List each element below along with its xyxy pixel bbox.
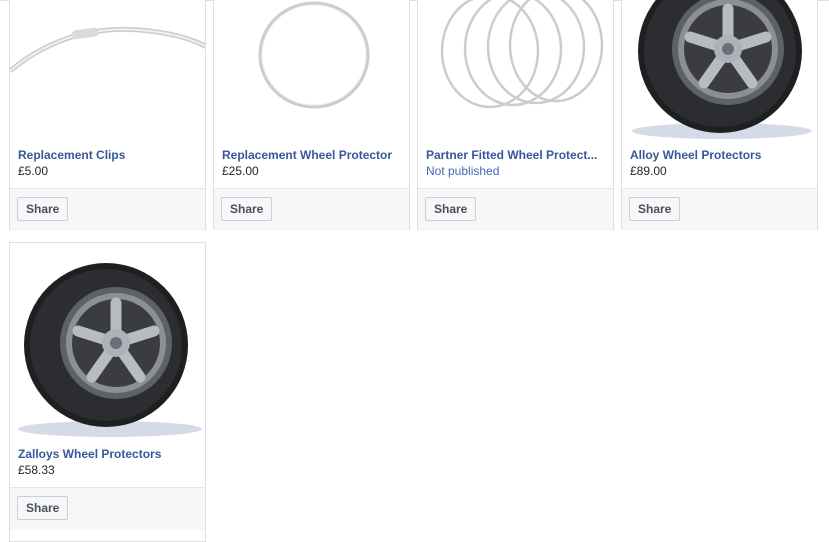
share-button[interactable]: Share xyxy=(629,197,681,221)
product-price: £89.00 xyxy=(630,164,667,178)
product-title[interactable]: Replacement Clips xyxy=(18,148,200,163)
product-title[interactable]: Replacement Wheel Protector xyxy=(222,148,404,163)
product-price: £5.00 xyxy=(18,164,49,178)
share-button[interactable]: Share xyxy=(425,197,477,221)
share-button[interactable]: Share xyxy=(17,496,69,520)
product-status: Not published xyxy=(426,164,500,178)
alloy-wheel-image xyxy=(18,263,202,437)
share-button[interactable]: Share xyxy=(221,197,273,221)
clip-ring-image xyxy=(10,26,205,73)
four-rings-image xyxy=(440,0,604,109)
product-card[interactable]: Partner Fitted Wheel Protect... Not publ… xyxy=(417,0,614,231)
product-card[interactable]: Zalloys Wheel Protectors £58.33 Share xyxy=(9,242,206,542)
single-ring-image xyxy=(258,1,370,109)
product-card[interactable]: Replacement Clips £5.00 Share xyxy=(9,0,206,231)
product-image[interactable] xyxy=(10,243,205,440)
product-card[interactable]: Replacement Wheel Protector £25.00 Share xyxy=(213,0,410,231)
product-image[interactable] xyxy=(418,0,613,141)
product-image[interactable] xyxy=(10,0,205,141)
product-title[interactable]: Partner Fitted Wheel Protect... xyxy=(426,148,608,163)
product-title[interactable]: Alloy Wheel Protectors xyxy=(630,148,812,163)
alloy-wheel-image xyxy=(632,0,812,139)
product-price: £58.33 xyxy=(18,463,55,477)
product-title[interactable]: Zalloys Wheel Protectors xyxy=(18,447,200,462)
product-image[interactable] xyxy=(214,0,409,141)
product-image[interactable] xyxy=(622,0,817,141)
product-price: £25.00 xyxy=(222,164,259,178)
share-button[interactable]: Share xyxy=(17,197,69,221)
product-card[interactable]: Alloy Wheel Protectors £89.00 Share xyxy=(621,0,818,231)
